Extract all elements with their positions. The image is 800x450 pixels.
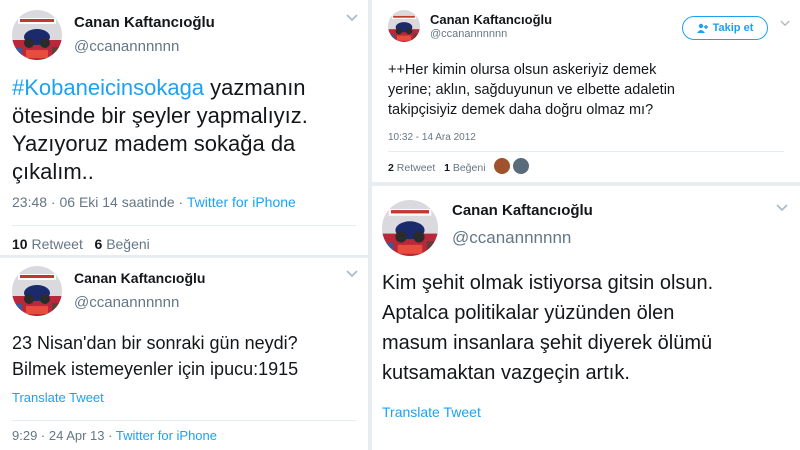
- tweet-stats: 10 Retweet 6 Beğeni: [12, 236, 150, 252]
- chevron-down-icon[interactable]: [346, 14, 358, 22]
- display-name[interactable]: Canan Kaftancıoğlu: [452, 202, 593, 219]
- tweet-meta: 9:29 · 24 Apr 13 · Twitter for iPhone: [12, 428, 217, 443]
- display-name[interactable]: Canan Kaftancıoğlu: [74, 270, 205, 286]
- translate-tweet-link[interactable]: Translate Tweet: [382, 404, 481, 420]
- divider: [388, 151, 784, 152]
- liker-avatar[interactable]: [494, 158, 510, 174]
- liker-avatars: [494, 158, 529, 174]
- chevron-down-icon[interactable]: [776, 204, 788, 212]
- tweet-meta: 23:48 · 06 Eki 14 saatinde · Twitter for…: [12, 194, 296, 210]
- user-handle[interactable]: @ccanannnnnn: [430, 28, 507, 40]
- tweet-text: 23 Nisan'dan bir sonraki gün neydi? Bilm…: [12, 333, 299, 379]
- tweet-text: ++Her kimin olursa olsun askeriyiz demek…: [388, 62, 675, 118]
- timestamp[interactable]: 9:29 · 24 Apr 13 ·: [12, 428, 112, 443]
- chevron-down-icon[interactable]: [346, 270, 358, 278]
- timestamp[interactable]: 10:32 - 14 Ara 2012: [388, 132, 476, 143]
- chevron-down-icon[interactable]: [780, 20, 790, 27]
- display-name[interactable]: Canan Kaftancıoğlu: [74, 14, 215, 31]
- divider: [12, 420, 356, 421]
- source-link[interactable]: Twitter for iPhone: [116, 428, 217, 443]
- follow-person-icon: [696, 23, 708, 33]
- tweet-text: #Kobaneicinsokaga yazmanın ötesinde bir …: [12, 75, 308, 184]
- avatar[interactable]: [12, 266, 62, 316]
- like-count[interactable]: 6: [95, 236, 103, 252]
- display-name[interactable]: Canan Kaftancıoğlu: [430, 12, 552, 27]
- liker-avatar[interactable]: [513, 158, 529, 174]
- user-handle[interactable]: @ccanannnnnn: [452, 228, 571, 248]
- avatar-image: [12, 10, 62, 60]
- follow-button[interactable]: Takip et: [682, 16, 768, 40]
- avatar-image: [12, 266, 62, 316]
- tweet-text: Kim şehit olmak istiyorsa gitsin olsun. …: [382, 272, 714, 384]
- retweet-count[interactable]: 2: [388, 162, 394, 174]
- tweet-card: Canan Kaftancıoğlu @ccanannnnnn 23 Nisan…: [0, 258, 368, 450]
- hashtag-link[interactable]: #Kobaneicinsokaga: [12, 75, 204, 100]
- avatar[interactable]: [388, 10, 420, 42]
- timestamp[interactable]: 23:48 · 06 Eki 14 saatinde ·: [12, 194, 183, 210]
- avatar-image: [382, 200, 438, 256]
- avatar[interactable]: [12, 10, 62, 60]
- tweet-card: Canan Kaftancıoğlu @ccanannnnnn Kim şehi…: [372, 186, 800, 450]
- like-count[interactable]: 1: [444, 162, 450, 174]
- tweet-stats: 2 Retweet 1 Beğeni: [388, 162, 486, 174]
- tweet-card: Canan Kaftancıoğlu @ccanannnnnn #Kobanei…: [0, 0, 368, 255]
- tweet-card: Canan Kaftancıoğlu @ccanannnnnn Takip et…: [372, 0, 800, 182]
- divider: [12, 225, 356, 226]
- user-handle[interactable]: @ccanannnnnn: [74, 38, 179, 55]
- retweet-count[interactable]: 10: [12, 236, 28, 252]
- avatar-image: [388, 10, 420, 42]
- translate-tweet-link[interactable]: Translate Tweet: [12, 390, 104, 405]
- user-handle[interactable]: @ccanannnnnn: [74, 294, 179, 311]
- avatar[interactable]: [382, 200, 438, 256]
- source-link[interactable]: Twitter for iPhone: [187, 194, 296, 210]
